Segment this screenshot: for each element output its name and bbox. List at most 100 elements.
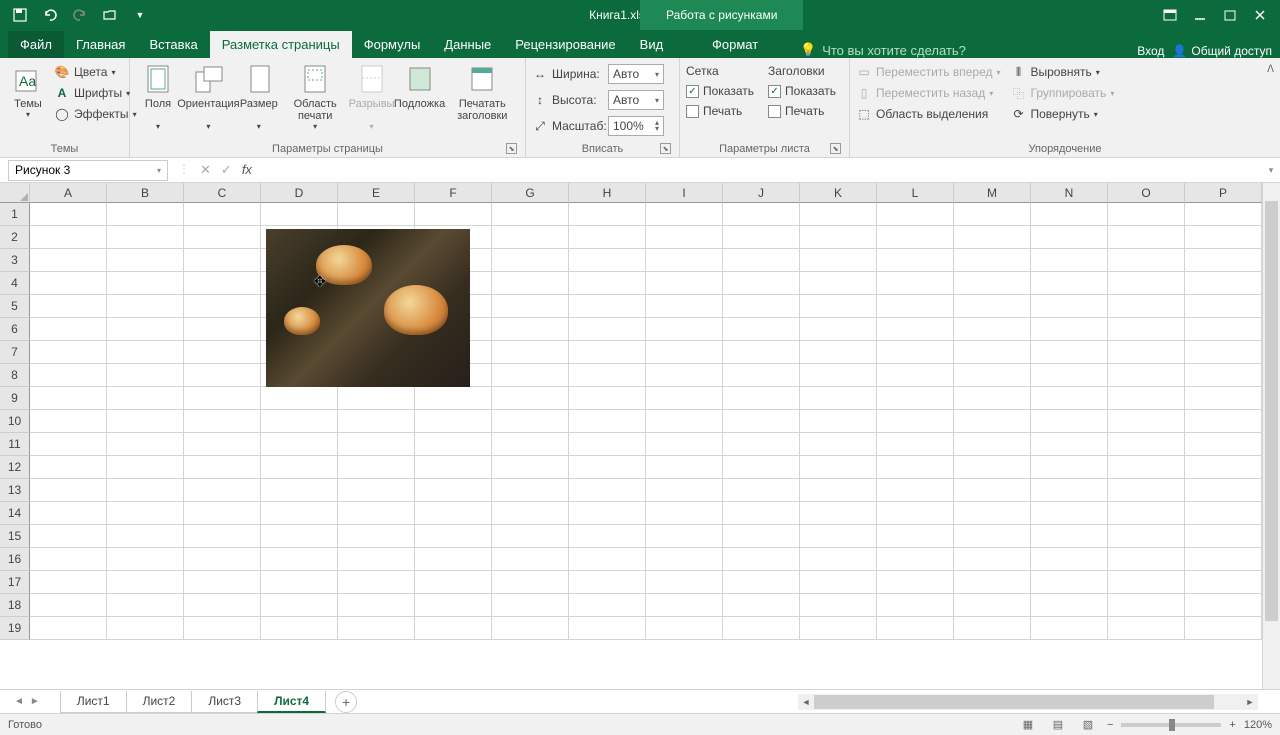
cell[interactable] bbox=[1185, 571, 1262, 594]
cell[interactable] bbox=[492, 548, 569, 571]
cell[interactable] bbox=[1185, 203, 1262, 226]
cell[interactable] bbox=[1031, 203, 1108, 226]
background-button[interactable]: Подложка bbox=[398, 62, 442, 112]
align-button[interactable]: ⫴Выровнять ▾ bbox=[1011, 62, 1115, 82]
row-header[interactable]: 4 bbox=[0, 272, 30, 295]
cell[interactable] bbox=[1185, 594, 1262, 617]
column-header[interactable]: E bbox=[338, 183, 415, 203]
cell[interactable] bbox=[1108, 387, 1185, 410]
row-header[interactable]: 5 bbox=[0, 295, 30, 318]
cell[interactable] bbox=[569, 410, 646, 433]
column-header[interactable]: H bbox=[569, 183, 646, 203]
cell[interactable] bbox=[30, 410, 107, 433]
cell[interactable] bbox=[1031, 410, 1108, 433]
name-box[interactable]: Рисунок 3▾ bbox=[8, 160, 168, 181]
cell[interactable] bbox=[800, 410, 877, 433]
cell[interactable] bbox=[107, 479, 184, 502]
cell[interactable] bbox=[30, 203, 107, 226]
cell[interactable] bbox=[492, 364, 569, 387]
cell[interactable] bbox=[1108, 548, 1185, 571]
cell[interactable] bbox=[569, 249, 646, 272]
cancel-formula-button[interactable]: ✕ bbox=[200, 162, 211, 178]
cell[interactable] bbox=[184, 433, 261, 456]
cell[interactable] bbox=[492, 203, 569, 226]
cell[interactable] bbox=[723, 203, 800, 226]
cell[interactable] bbox=[1031, 387, 1108, 410]
cell[interactable] bbox=[877, 318, 954, 341]
inserted-picture[interactable]: ✥ bbox=[266, 229, 470, 387]
cell[interactable] bbox=[646, 364, 723, 387]
cell[interactable] bbox=[261, 502, 338, 525]
cell[interactable] bbox=[877, 364, 954, 387]
cell[interactable] bbox=[261, 456, 338, 479]
cell[interactable] bbox=[415, 456, 492, 479]
cell[interactable] bbox=[800, 479, 877, 502]
cell[interactable] bbox=[723, 272, 800, 295]
cell[interactable] bbox=[877, 272, 954, 295]
tab-view[interactable]: Вид bbox=[628, 31, 676, 58]
tab-review[interactable]: Рецензирование bbox=[503, 31, 627, 58]
cell[interactable] bbox=[646, 410, 723, 433]
cell[interactable] bbox=[646, 456, 723, 479]
cell[interactable] bbox=[30, 295, 107, 318]
cell[interactable] bbox=[723, 295, 800, 318]
cell[interactable] bbox=[1031, 525, 1108, 548]
cell[interactable] bbox=[107, 410, 184, 433]
minimize-button[interactable] bbox=[1185, 3, 1215, 28]
cell[interactable] bbox=[723, 479, 800, 502]
cell[interactable] bbox=[800, 525, 877, 548]
gridlines-print-checkbox[interactable]: Печать bbox=[686, 102, 754, 120]
cell[interactable] bbox=[646, 525, 723, 548]
cell[interactable] bbox=[800, 364, 877, 387]
cell[interactable] bbox=[1108, 318, 1185, 341]
cell[interactable] bbox=[1185, 502, 1262, 525]
cell[interactable] bbox=[1031, 341, 1108, 364]
cell[interactable] bbox=[877, 203, 954, 226]
cell[interactable] bbox=[30, 479, 107, 502]
cell[interactable] bbox=[1185, 410, 1262, 433]
cell[interactable] bbox=[877, 410, 954, 433]
cell[interactable] bbox=[261, 617, 338, 640]
cell[interactable] bbox=[261, 203, 338, 226]
cell[interactable] bbox=[723, 433, 800, 456]
cell[interactable] bbox=[723, 364, 800, 387]
cell[interactable] bbox=[492, 617, 569, 640]
cell[interactable] bbox=[646, 479, 723, 502]
zoom-slider[interactable] bbox=[1121, 723, 1221, 727]
cell[interactable] bbox=[800, 249, 877, 272]
cell[interactable] bbox=[30, 387, 107, 410]
cell[interactable] bbox=[569, 203, 646, 226]
row-header[interactable]: 14 bbox=[0, 502, 30, 525]
zoom-out-button[interactable]: − bbox=[1107, 719, 1113, 731]
cell[interactable] bbox=[415, 410, 492, 433]
cell[interactable] bbox=[338, 548, 415, 571]
tab-insert[interactable]: Вставка bbox=[137, 31, 209, 58]
cell[interactable] bbox=[569, 525, 646, 548]
signin-link[interactable]: Вход bbox=[1137, 44, 1164, 58]
send-backward-button[interactable]: ▯Переместить назад ▾ bbox=[856, 83, 1001, 103]
cell[interactable] bbox=[569, 295, 646, 318]
new-sheet-button[interactable]: + bbox=[335, 691, 357, 713]
cell[interactable] bbox=[492, 272, 569, 295]
cell[interactable] bbox=[184, 617, 261, 640]
cell[interactable] bbox=[261, 387, 338, 410]
cell[interactable] bbox=[723, 502, 800, 525]
cell[interactable] bbox=[338, 203, 415, 226]
cell[interactable] bbox=[184, 502, 261, 525]
cell[interactable] bbox=[1185, 318, 1262, 341]
selection-pane-button[interactable]: ⬚Область выделения bbox=[856, 104, 1001, 124]
cell[interactable] bbox=[338, 479, 415, 502]
cell[interactable] bbox=[646, 226, 723, 249]
cell[interactable] bbox=[800, 387, 877, 410]
cell[interactable] bbox=[261, 548, 338, 571]
cell[interactable] bbox=[954, 387, 1031, 410]
cell[interactable] bbox=[1185, 272, 1262, 295]
cell[interactable] bbox=[30, 249, 107, 272]
row-header[interactable]: 15 bbox=[0, 525, 30, 548]
cell[interactable] bbox=[1031, 502, 1108, 525]
column-header[interactable]: L bbox=[877, 183, 954, 203]
zoom-in-button[interactable]: + bbox=[1229, 719, 1235, 731]
cell[interactable] bbox=[338, 456, 415, 479]
cell[interactable] bbox=[492, 502, 569, 525]
cell[interactable] bbox=[800, 548, 877, 571]
